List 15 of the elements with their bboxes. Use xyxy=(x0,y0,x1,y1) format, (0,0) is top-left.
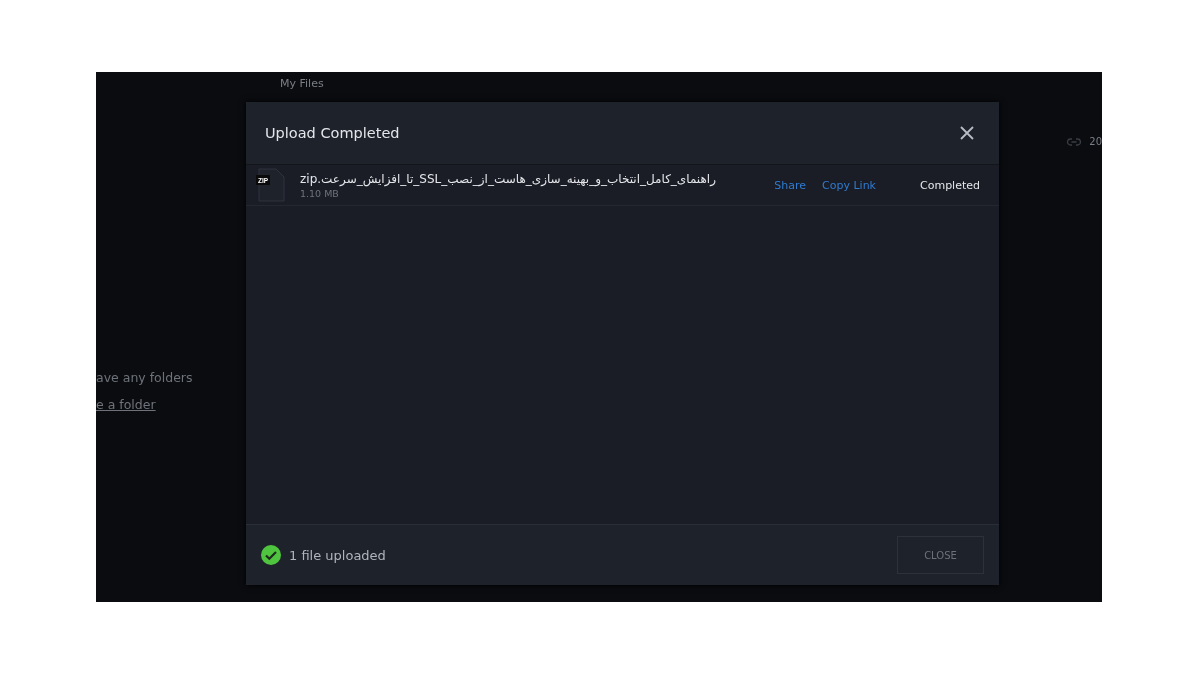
column-text: 20 xyxy=(1089,136,1102,147)
dialog-title: Upload Completed xyxy=(265,125,400,141)
upload-status: Completed xyxy=(920,178,980,192)
action-link[interactable]: Copy Link xyxy=(822,178,876,192)
check-icon xyxy=(261,545,281,565)
empty-message: ave any folders xyxy=(96,370,193,385)
close-icon[interactable] xyxy=(959,125,975,141)
upload-summary: 1 file uploaded xyxy=(289,547,387,563)
action-link[interactable]: Share xyxy=(774,178,807,192)
link-icon xyxy=(1067,137,1082,146)
create-folder-link[interactable]: e a folder xyxy=(96,397,193,412)
file-size: 1.10 MB xyxy=(300,187,339,199)
breadcrumb[interactable]: My Files xyxy=(280,78,324,90)
file-name: راهنمای_کامل_انتخاب_و_بهینه_سازی_هاست_از_نصب_SSL_تا_افزایش_سرعت.zip xyxy=(300,171,716,186)
close-button[interactable]: CLOSE xyxy=(897,536,984,574)
